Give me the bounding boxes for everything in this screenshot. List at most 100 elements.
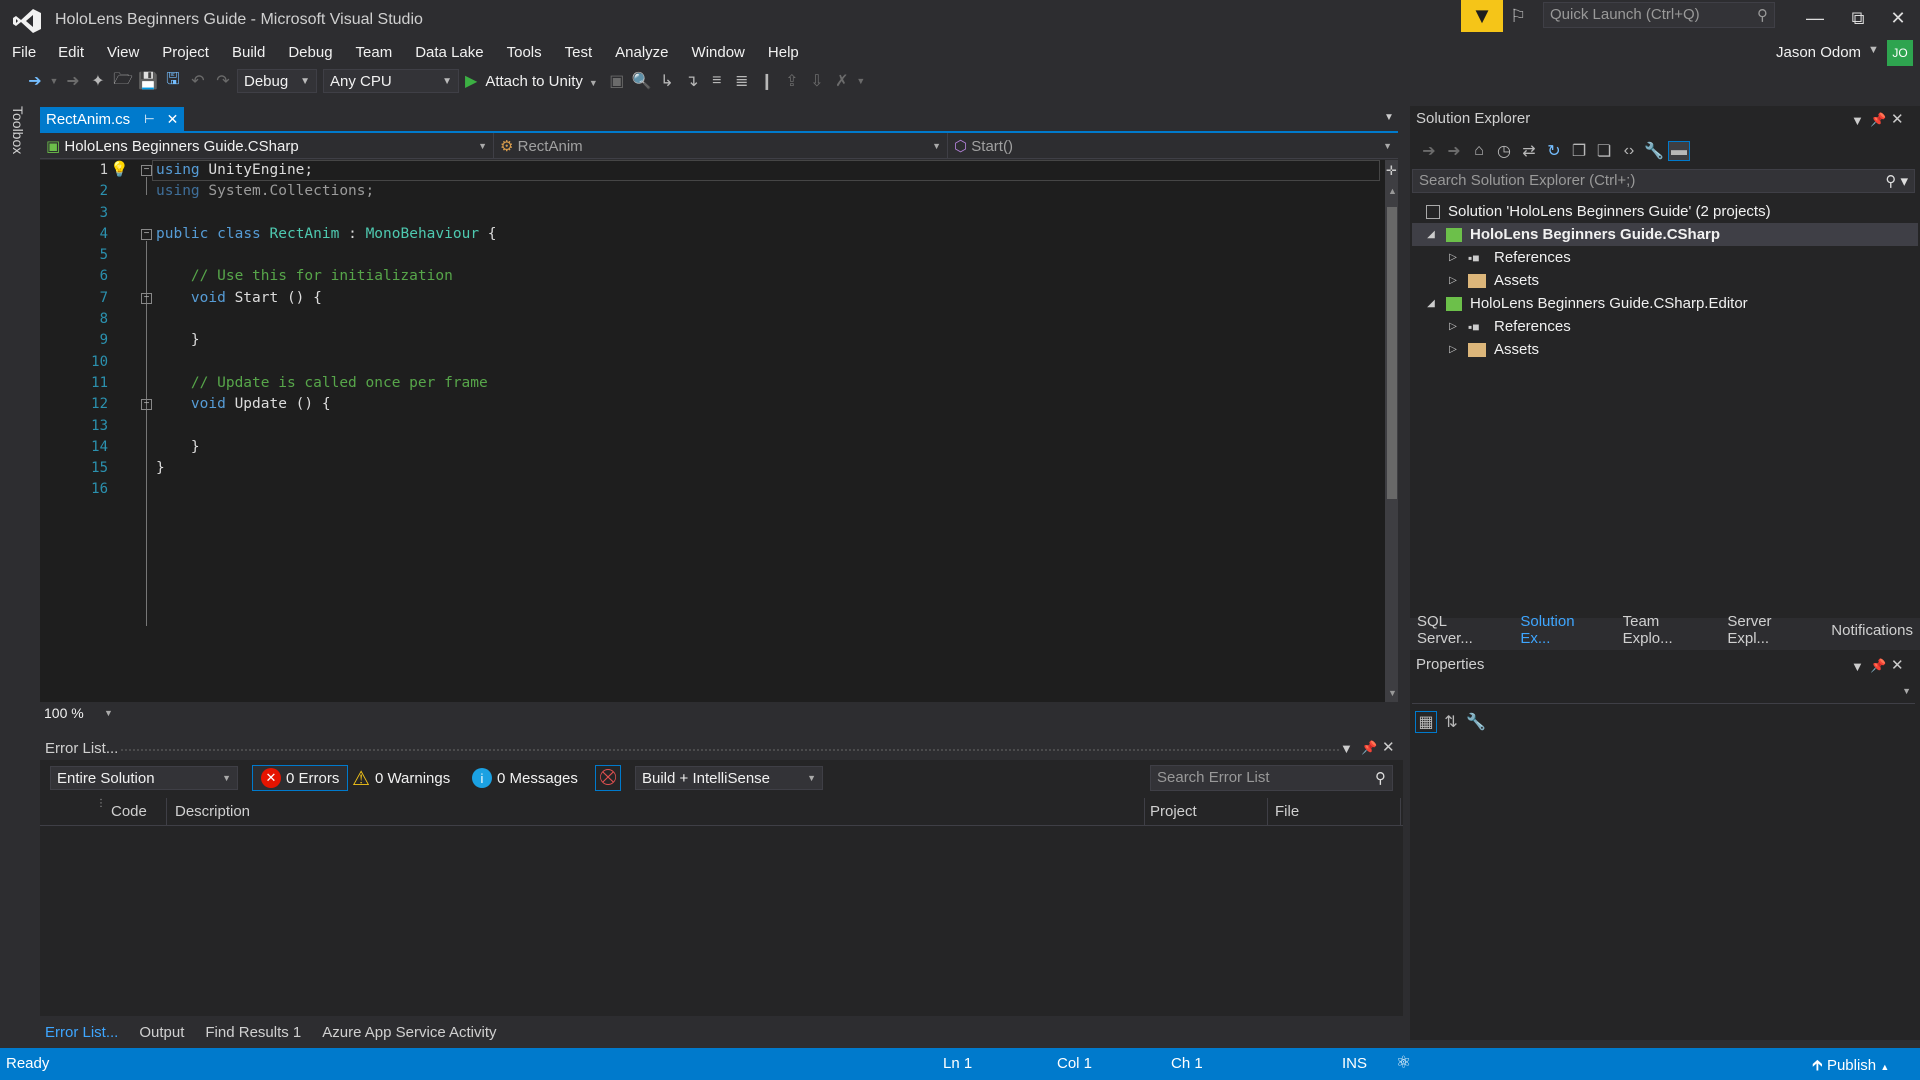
attach-to-unity-button[interactable]: ▶ Attach to Unity ▼ [465,71,598,91]
pending-changes-icon[interactable]: ◷ [1493,141,1515,161]
toolbox-tab[interactable]: Toolbox [10,106,32,154]
panel-options-icon[interactable]: ▼ [1851,659,1864,674]
tree-item-references[interactable]: ▷ ▪■ References [1412,246,1918,269]
filter-icon[interactable]: ⛒ [595,765,621,791]
tab-output[interactable]: Output [134,1024,189,1041]
properties-wrench-icon[interactable]: 🔧 [1643,141,1665,161]
tab-notifications[interactable]: Notifications [1824,619,1920,642]
error-scope-select[interactable]: Entire Solution ▼ [50,766,238,790]
tab-find-results[interactable]: Find Results 1 [200,1024,306,1041]
step-over-icon[interactable]: ↴ [681,71,703,91]
messages-filter-button[interactable]: i 0 Messages [472,765,578,791]
feedback-filter-icon[interactable]: ▼ [1461,0,1503,32]
view-code-icon[interactable]: ‹› [1618,142,1640,160]
avatar[interactable]: JO [1887,40,1913,66]
error-search-input[interactable]: Search Error List ⚲ [1150,765,1393,791]
tab-error-list[interactable]: Error List... [40,1024,123,1041]
show-all-files-icon[interactable]: ❏ [1593,141,1615,161]
property-pages-wrench-icon[interactable]: 🔧 [1465,712,1487,732]
sync-icon[interactable]: ⇄ [1518,141,1540,161]
publish-button[interactable]: 🡱 Publish ▲ [1812,1055,1889,1080]
collapse-icon[interactable]: − [141,229,152,240]
tab-team-explorer[interactable]: Team Explo... [1616,610,1721,650]
solution-configuration-select[interactable]: Debug ▼ [237,69,317,93]
next-bookmark-icon[interactable]: ⇩ [806,71,828,91]
preview-selected-icon[interactable]: ▬ [1668,141,1690,161]
close-tab-icon[interactable]: ✕ [167,111,179,128]
error-source-select[interactable]: Build + IntelliSense ▼ [635,766,823,790]
tree-item-assets[interactable]: ▷ Assets [1412,269,1918,292]
quick-launch-input[interactable]: Quick Launch (Ctrl+Q) ⚲ [1543,2,1775,28]
indent-icon[interactable]: ≣ [731,71,753,91]
outdent-icon[interactable]: ≡ [706,72,728,90]
lightbulb-icon[interactable]: 💡 [110,160,129,178]
column-code[interactable]: Code [111,803,147,820]
tab-server-explorer[interactable]: Server Expl... [1720,610,1824,650]
menu-test[interactable]: Test [553,42,604,63]
redo-icon[interactable]: ↷ [212,71,234,91]
menu-view[interactable]: View [95,42,150,63]
pin-icon[interactable]: ⊢ [144,112,154,126]
solution-platform-select[interactable]: Any CPU ▼ [323,69,459,93]
collapsed-triangle-icon[interactable]: ▷ [1446,252,1460,263]
new-project-icon[interactable]: ✦ [87,71,109,91]
collapse-icon[interactable]: − [141,399,152,410]
errors-filter-button[interactable]: ✕ 0 Errors [252,765,349,791]
column-file[interactable]: File [1275,803,1299,820]
collapse-icon[interactable]: − [141,293,152,304]
forward-icon[interactable]: ➜ [1443,141,1465,161]
expanded-triangle-icon[interactable]: ◢ [1424,229,1438,240]
project-select[interactable]: ▣ HoloLens Beginners Guide.CSharp ▼ [40,132,494,159]
tab-list-chevron-icon[interactable]: ▼ [1384,112,1394,123]
find-in-files-icon[interactable]: 🔍 [631,71,653,91]
menu-tools[interactable]: Tools [495,42,553,63]
class-select[interactable]: ⚙ RectAnim ▼ [494,132,948,159]
tree-item-project-csharp[interactable]: ◢ HoloLens Beginners Guide.CSharp [1412,223,1918,246]
menu-window[interactable]: Window [680,42,756,63]
menu-debug[interactable]: Debug [276,42,343,63]
panel-options-icon[interactable]: ▼ [1851,113,1864,128]
categorized-icon[interactable]: ▦ [1415,711,1437,733]
previous-bookmark-icon[interactable]: ⇪ [781,71,803,91]
column-description[interactable]: Description [175,803,250,820]
tab-solution-explorer[interactable]: Solution Ex... [1513,610,1615,650]
restore-button[interactable]: ⧉ [1838,4,1878,32]
tab-azure-app-service[interactable]: Azure App Service Activity [317,1024,501,1041]
scroll-up-icon[interactable]: ▲ [1388,186,1397,196]
menu-team[interactable]: Team [344,42,404,63]
close-panel-icon[interactable]: ✕ [1382,738,1395,756]
chevron-down-icon[interactable]: ▼ [49,76,59,86]
member-select[interactable]: ⬡ Start() ▼ [948,133,1398,159]
tab-sql-server[interactable]: SQL Server... [1410,610,1513,650]
scrollbar-thumb[interactable] [1387,207,1397,499]
user-name[interactable]: Jason Odom [1776,44,1861,61]
tree-item-references[interactable]: ▷ ▪■ References [1412,315,1918,338]
panel-options-icon[interactable]: ▼ [1340,741,1353,756]
notifications-flag-icon[interactable]: ⚐ [1510,6,1526,27]
tree-item-solution[interactable]: Solution 'HoloLens Beginners Guide' (2 p… [1412,200,1918,223]
minimize-button[interactable]: — [1795,4,1835,32]
column-project[interactable]: Project [1150,803,1197,820]
menu-data-lake[interactable]: Data Lake [403,42,494,63]
collapse-icon[interactable]: − [141,165,152,176]
close-window-button[interactable]: ✕ [1878,4,1918,32]
close-panel-icon[interactable]: ✕ [1891,656,1904,674]
menu-build[interactable]: Build [220,42,276,63]
status-insert-mode[interactable]: INS [1342,1055,1367,1072]
menu-project[interactable]: Project [150,42,220,63]
horizontal-scrollbar[interactable] [120,704,1382,720]
navigate-back-icon[interactable]: ➔ [24,71,46,91]
toolbar-options-icon[interactable]: ▼ [856,76,866,86]
undo-icon[interactable]: ↶ [187,71,209,91]
pin-icon[interactable]: 📌 [1870,112,1886,128]
window-icon[interactable]: ▣ [606,71,628,91]
tree-item-assets[interactable]: ▷ Assets [1412,338,1918,361]
back-icon[interactable]: ➔ [1418,141,1440,161]
clear-bookmarks-icon[interactable]: ✗ [831,71,853,91]
menu-analyze[interactable]: Analyze [603,42,679,63]
navigate-forward-icon[interactable]: ➜ [62,71,84,91]
tree-item-project-editor[interactable]: ◢ HoloLens Beginners Guide.CSharp.Editor [1412,292,1918,315]
collapsed-triangle-icon[interactable]: ▷ [1446,344,1460,355]
menu-edit[interactable]: Edit [46,42,95,63]
solution-search-input[interactable]: Search Solution Explorer (Ctrl+;) ⚲ ▾ [1412,169,1915,193]
